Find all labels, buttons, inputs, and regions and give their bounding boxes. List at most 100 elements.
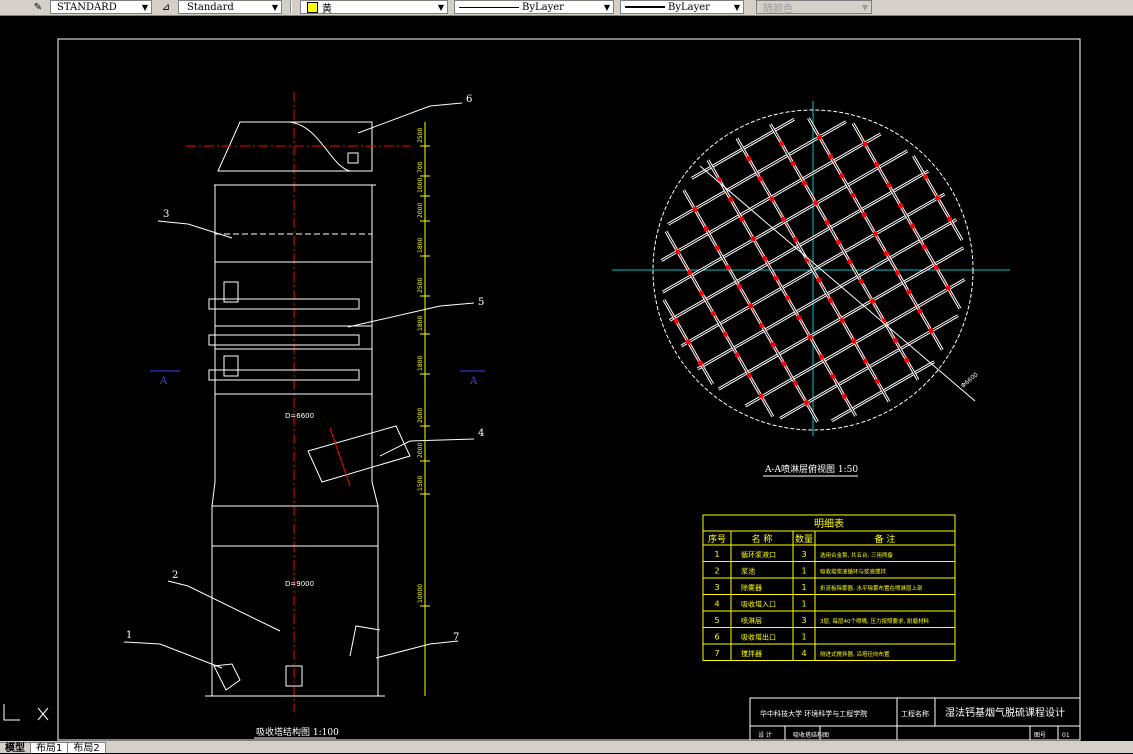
chevron-down-icon[interactable]: ▼ — [731, 1, 743, 13]
callout-2: 2 — [172, 570, 178, 581]
bom-header: 数量 — [795, 533, 813, 545]
bom-cell: 3 — [801, 550, 806, 559]
height-dim-label: 1000 — [417, 178, 424, 193]
bom-cell: 1 — [801, 633, 806, 642]
plan-diameter-dim: Φ6600 — [960, 371, 980, 389]
nozzle-mark — [709, 306, 718, 321]
nozzle-mark — [756, 171, 765, 186]
text-style-icon[interactable]: ✎ — [30, 1, 46, 13]
toolbar-separator — [290, 1, 292, 13]
dim-style-select[interactable]: Standard ▼ — [178, 0, 282, 14]
color-swatch — [307, 1, 318, 13]
nozzle-mark — [848, 188, 858, 203]
lineweight-select[interactable]: ByLayer ▼ — [620, 0, 744, 14]
nozzle-mark — [861, 354, 870, 369]
height-dim-label: 1800 — [417, 316, 424, 331]
tab-model[interactable]: 模型 — [0, 742, 31, 754]
color-select[interactable]: 黄 ▼ — [300, 0, 448, 14]
nozzle-mark — [791, 232, 800, 247]
design-label: 设 计 — [758, 731, 772, 739]
bom-cell: 1 — [801, 600, 806, 609]
nozzle-mark — [794, 310, 804, 325]
spray-layer-plan[interactable]: Φ6600 — [612, 101, 1010, 436]
nozzle-mark — [828, 369, 838, 384]
section-mark: A — [469, 376, 478, 387]
nozzle-mark — [884, 178, 893, 193]
inlet-duct — [307, 425, 411, 483]
tab-layout1[interactable]: 布局1 — [30, 742, 69, 754]
bom-cell: 6 — [714, 633, 719, 642]
dim-style-icon[interactable]: ⊿ — [158, 1, 174, 13]
callout-4: 4 — [478, 428, 484, 439]
nozzle-mark — [845, 254, 855, 269]
bom-cell: 4 — [714, 600, 719, 609]
bom-cell: 5 — [714, 616, 719, 625]
nozzle-mark — [920, 239, 929, 254]
nozzle-mark — [712, 240, 722, 256]
tower-elevation[interactable] — [186, 92, 411, 712]
callout-5: 5 — [478, 297, 484, 308]
upper-diameter-dim: D=6600 — [285, 412, 314, 420]
layout-tabs: 模型 布局1 布局2 — [0, 741, 1133, 754]
text-style-value: STANDARD — [57, 1, 117, 13]
nozzle-mark — [834, 235, 843, 250]
bom-cell: 浆池 — [741, 567, 755, 576]
project-label: 工程名称 — [901, 709, 929, 718]
circulation-outlet — [213, 663, 241, 691]
inlet-centerline — [329, 427, 351, 487]
agitator — [349, 625, 381, 657]
linetype-value: ByLayer — [522, 1, 564, 13]
bom-cell: 选用合金泵, 共五台, 三用两备 — [820, 551, 893, 559]
spray-header — [208, 281, 360, 381]
nozzle-mark — [788, 156, 798, 171]
callout-3: 3 — [163, 209, 169, 220]
nozzle-mark — [777, 136, 786, 151]
nozzle-mark — [783, 290, 792, 305]
tab-layout2[interactable]: 布局2 — [67, 742, 106, 754]
bom-cell: 2 — [714, 567, 719, 576]
bom-cell: 除雾器 — [741, 583, 762, 592]
bom-cell: 3 — [714, 583, 719, 592]
color-value: 黄 — [322, 3, 332, 14]
section-caption: A-A喷淋层俯视图 1:50 — [764, 463, 858, 475]
bom-title: 明细表 — [814, 517, 844, 530]
chevron-down-icon[interactable]: ▼ — [601, 1, 613, 13]
height-dim-label: 1800 — [417, 356, 424, 371]
transition-right — [371, 481, 379, 507]
bom-cell: 喷淋层 — [741, 616, 762, 625]
bom-cell: 吸收塔浆液循环与浆液搅拌 — [820, 568, 887, 576]
chevron-down-icon: ▼ — [861, 2, 869, 12]
bom-header: 名 称 — [752, 533, 773, 545]
chevron-down-icon[interactable]: ▼ — [269, 1, 281, 13]
bom-cell: 1 — [801, 567, 806, 576]
bom-cell: 吸收塔出口 — [741, 633, 776, 642]
chevron-down-icon[interactable]: ▼ — [435, 1, 447, 13]
school-name: 华中科技大学 环境科学与工程学院 — [760, 709, 867, 718]
nozzle-mark — [721, 327, 730, 342]
drawing-canvas[interactable]: 2500700100020001800250018001800200020001… — [0, 16, 1133, 741]
nozzle-mark — [826, 293, 835, 308]
linetype-select[interactable]: ByLayer ▼ — [454, 0, 614, 14]
chevron-down-icon[interactable]: ▼ — [139, 1, 151, 13]
bom-cell: 3 — [801, 616, 806, 625]
height-dim-label: 2000 — [417, 443, 424, 458]
slurry-tank — [211, 505, 379, 697]
text-style-select[interactable]: STANDARD ▼ — [50, 0, 152, 14]
sheet-number: 01 — [1062, 732, 1070, 739]
outlet-flange — [347, 152, 359, 164]
callout-6: 6 — [466, 94, 472, 105]
section-mark: A — [159, 376, 168, 387]
height-dim-label: 2500 — [417, 128, 424, 143]
height-dim-label: 1800 — [417, 238, 424, 253]
nozzle-mark — [837, 168, 847, 184]
bom-header: 备 注 — [875, 533, 896, 545]
ucs-icon — [3, 704, 49, 721]
bom-table: 明细表序号 名 称 数量 备 注 1 循环浆液口 3 选用合金泵, 共五台, 三用两备 2 浆池 1… — [702, 514, 956, 661]
lineweight-sample — [625, 6, 665, 8]
nozzle-mark — [840, 389, 849, 404]
height-dim-label: 10000 — [417, 584, 424, 603]
bom-cell: 搅拌器 — [741, 649, 762, 658]
nozzle-mark — [896, 198, 905, 213]
bom-header: 序号 — [708, 533, 726, 545]
linetype-sample — [459, 6, 519, 8]
